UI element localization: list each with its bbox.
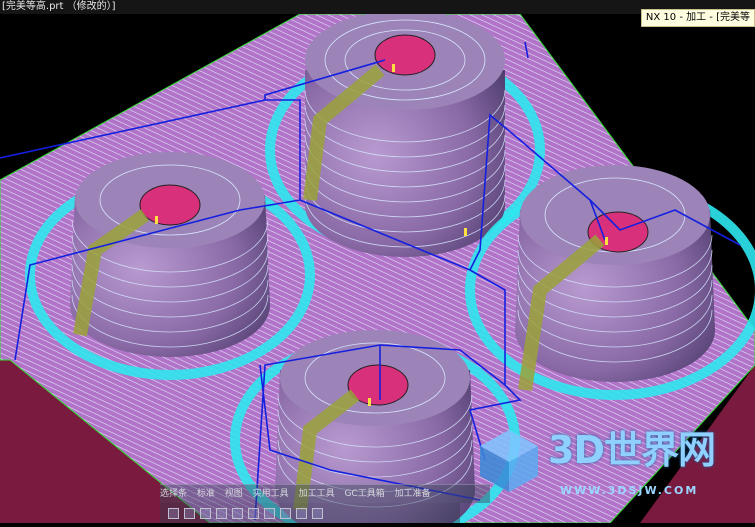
cube-logo-icon — [480, 430, 538, 492]
toolbar-icon[interactable] — [200, 508, 211, 519]
toolbar-item-selection[interactable]: 选择条 — [160, 489, 187, 499]
resource-toolbar: 选择条 标准 视图 实用工具 加工工具 GC工具箱 加工准备 — [160, 484, 490, 503]
toolbar-icon[interactable] — [280, 508, 291, 519]
toolbar-icon[interactable] — [216, 508, 227, 519]
toolbar-icon[interactable] — [184, 508, 195, 519]
toolbar-item-machining-prep[interactable]: 加工准备 — [395, 489, 431, 499]
watermark-url: WWW.3DSJW.COM — [560, 484, 699, 497]
window-title: [完美等高.prt （修改的）] — [2, 1, 116, 12]
toolbar-icon[interactable] — [248, 508, 259, 519]
toolbar-item-gc-toolkit[interactable]: GC工具箱 — [344, 489, 384, 499]
toolbar-item-standard[interactable]: 标准 — [197, 489, 215, 499]
toolbar-icon[interactable] — [296, 508, 307, 519]
watermark-title: 3D世界网 — [548, 428, 716, 472]
toolbar-icon[interactable] — [264, 508, 275, 519]
toolbar-item-machining-tools[interactable]: 加工工具 — [299, 489, 335, 499]
icon-toolbar — [160, 503, 460, 523]
app-title-tooltip: NX 10 - 加工 - [完美等 — [640, 9, 755, 27]
toolbar-icon[interactable] — [168, 508, 179, 519]
toolbar-item-view[interactable]: 视图 — [225, 489, 243, 499]
toolbar-icon[interactable] — [312, 508, 323, 519]
toolbar-item-utilities[interactable]: 实用工具 — [253, 489, 289, 499]
toolbar-icon[interactable] — [232, 508, 243, 519]
